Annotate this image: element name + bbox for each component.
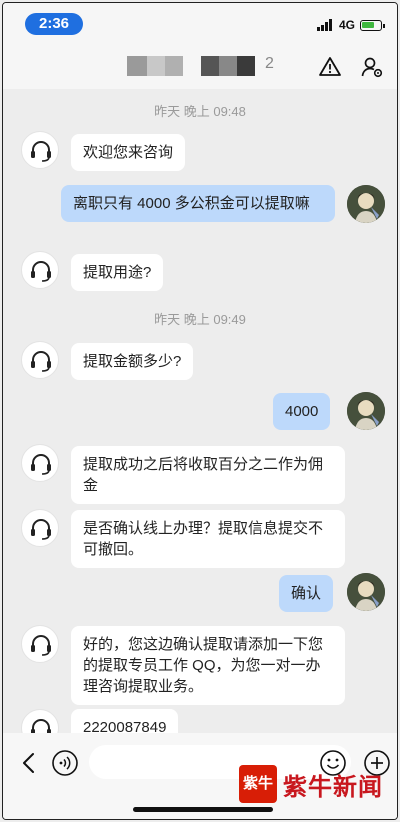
agent-avatar[interactable] <box>21 709 59 733</box>
agent-avatar[interactable] <box>21 509 59 547</box>
phone-screen: 2:36 4G 2 昨天 晚上 09:48 欢迎您来咨询 离职只有 4000 多… <box>2 2 398 820</box>
watermark-text: 紫牛新闻 <box>283 772 383 801</box>
user-avatar-image <box>347 392 385 430</box>
signal-icon <box>317 19 335 31</box>
message-bubble[interactable]: 是否确认线上办理？提取信息提交不可撤回。 <box>71 510 345 568</box>
user-avatar[interactable] <box>347 185 385 223</box>
home-indicator[interactable] <box>133 807 273 812</box>
message-bubble[interactable]: 离职只有 4000 多公积金可以提取嘛 <box>61 185 335 222</box>
headset-icon <box>31 261 51 282</box>
battery-icon <box>360 20 385 31</box>
agent-avatar[interactable] <box>21 444 59 482</box>
message-bubble[interactable]: 提取用途? <box>71 254 164 291</box>
headset-icon <box>31 635 51 656</box>
timestamp: 昨天 晚上 09:49 <box>154 312 246 327</box>
message-bubble[interactable]: 好的，您这边确认提取请添加一下您的提取专员工作 QQ，为您一对一办理咨询提取业务… <box>71 626 345 705</box>
agent-avatar[interactable] <box>21 625 59 663</box>
user-avatar-image <box>347 573 385 611</box>
message-bubble[interactable]: 提取金额多少? <box>71 343 194 380</box>
agent-avatar[interactable] <box>21 251 59 289</box>
contact-name-suffix: 2 <box>265 55 274 72</box>
headset-icon <box>31 141 51 162</box>
user-avatar[interactable] <box>347 392 385 430</box>
message-bubble[interactable]: 欢迎您来咨询 <box>71 134 186 171</box>
message-bubble[interactable]: 2220087849 <box>71 709 179 733</box>
user-avatar[interactable] <box>347 573 385 611</box>
contact-settings-icon[interactable] <box>360 55 384 79</box>
network-type: 4G <box>339 18 356 32</box>
agent-avatar[interactable] <box>21 341 59 379</box>
headset-icon <box>31 519 51 540</box>
message-list[interactable]: 昨天 晚上 09:48 欢迎您来咨询 离职只有 4000 多公积金可以提取嘛 提… <box>3 89 397 733</box>
headset-icon <box>31 719 51 733</box>
timestamp: 昨天 晚上 09:48 <box>154 104 246 119</box>
user-avatar-image <box>347 185 385 223</box>
back-icon[interactable] <box>15 749 43 777</box>
agent-avatar[interactable] <box>21 131 59 169</box>
chat-header: 2 <box>3 43 397 89</box>
status-bar: 2:36 4G <box>3 3 397 43</box>
status-time: 2:36 <box>25 13 83 35</box>
message-bubble[interactable]: 确认 <box>279 575 334 612</box>
watermark-logo: 紫牛 <box>239 765 277 803</box>
message-bubble[interactable]: 提取成功之后将收取百分之二作为佣金 <box>71 446 345 504</box>
headset-icon <box>31 454 51 475</box>
warning-icon[interactable] <box>318 55 342 79</box>
voice-icon[interactable] <box>51 749 79 777</box>
message-bubble[interactable]: 4000 <box>273 393 331 430</box>
headset-icon <box>31 351 51 372</box>
